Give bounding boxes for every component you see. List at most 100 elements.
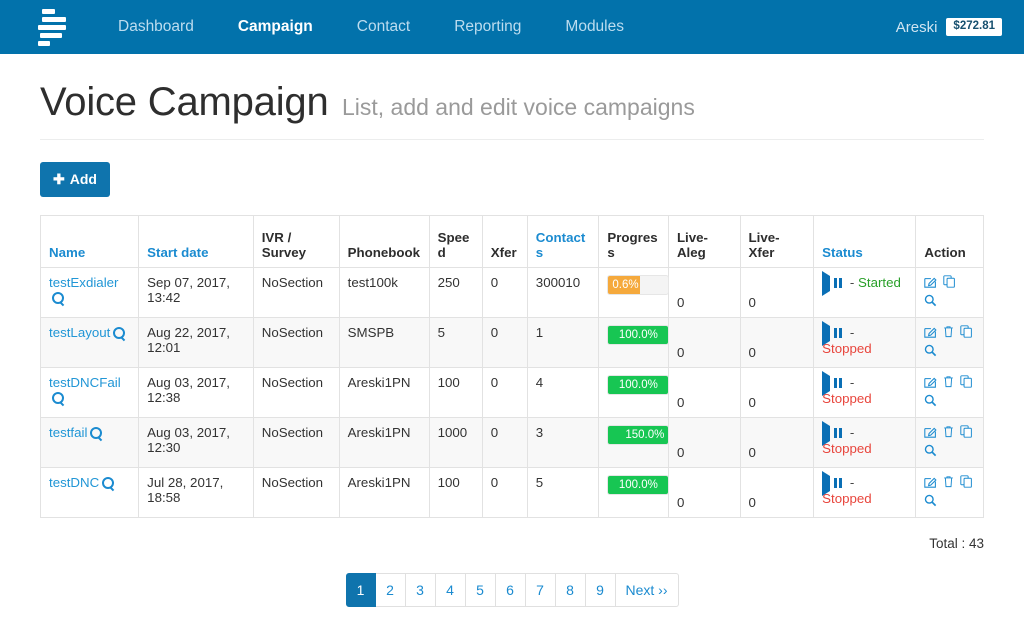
- status-separator: -: [849, 375, 855, 390]
- cell-ivr-survey: NoSection: [252, 267, 340, 318]
- nav-link-campaign[interactable]: Campaign: [216, 0, 335, 54]
- campaign-name-link[interactable]: testDNCFail: [49, 375, 121, 390]
- copy-icon[interactable]: [960, 425, 973, 438]
- campaign-table: Name Start date IVR / Survey Phonebook Speed…: [39, 215, 984, 518]
- status-separator: -: [849, 425, 855, 440]
- balance-badge[interactable]: $272.81: [946, 17, 1002, 37]
- cell-live-xfer: 0: [739, 467, 815, 518]
- page-link-7[interactable]: 7: [525, 573, 556, 607]
- progress-label: 0.6%: [612, 279, 639, 291]
- row-search-icon[interactable]: [87, 425, 103, 440]
- copy-icon[interactable]: [960, 475, 973, 488]
- next-page-link[interactable]: Next ››: [615, 573, 679, 607]
- search-icon[interactable]: [924, 294, 937, 307]
- cell-progress: 100.0%: [598, 317, 670, 368]
- play-icon[interactable]: [822, 321, 831, 346]
- campaign-name-link[interactable]: testfail: [49, 425, 87, 440]
- pause-icon[interactable]: [834, 426, 843, 441]
- play-icon[interactable]: [822, 371, 831, 396]
- page-link-3[interactable]: 3: [405, 573, 436, 607]
- edit-icon[interactable]: [924, 275, 938, 288]
- cell-progress: 150.0%: [598, 417, 670, 468]
- logo-bar: [42, 8, 55, 14]
- table-row: testfail Aug 03, 2017, 12:30 NoSection Ares…: [39, 417, 984, 468]
- search-icon[interactable]: [924, 394, 937, 407]
- col-header-label: Live-Xfer: [748, 230, 780, 260]
- play-icon[interactable]: [822, 471, 831, 496]
- page-link-9[interactable]: 9: [585, 573, 616, 607]
- cell-start-date: Sep 07, 2017, 13:42: [138, 267, 254, 318]
- status-badge: Stopped: [822, 341, 872, 356]
- progress-bar: 150.0%: [607, 425, 670, 445]
- col-header-status[interactable]: Status: [813, 215, 917, 268]
- trash-icon[interactable]: [943, 325, 954, 338]
- search-icon[interactable]: [924, 444, 937, 457]
- page-link-5[interactable]: 5: [465, 573, 496, 607]
- cell-status: - Stopped: [813, 317, 917, 368]
- page-subtitle: List, add and edit voice campaigns: [341, 94, 695, 120]
- nav-link-reporting[interactable]: Reporting: [432, 0, 543, 54]
- col-header-live-xfer: Live-Xfer: [739, 215, 815, 268]
- cell-contacts: 300010: [526, 267, 600, 318]
- nav-link-contact[interactable]: Contact: [335, 0, 432, 54]
- page-link-4[interactable]: 4: [435, 573, 466, 607]
- cell-name: testDNCFail: [39, 367, 140, 418]
- trash-icon[interactable]: [943, 425, 954, 438]
- col-header-label: Live-Aleg: [676, 230, 708, 260]
- brand-logo-icon[interactable]: [38, 8, 72, 46]
- page-link-2[interactable]: 2: [375, 573, 406, 607]
- edit-icon[interactable]: [924, 425, 938, 438]
- search-icon[interactable]: [924, 344, 937, 357]
- user-name[interactable]: Areski: [896, 19, 938, 36]
- nav-link-dashboard[interactable]: Dashboard: [96, 0, 216, 54]
- cell-action: [915, 317, 984, 368]
- table-row: testDNC Jul 28, 2017, 18:58 NoSection Aresk…: [39, 467, 984, 518]
- trash-icon[interactable]: [943, 375, 954, 388]
- campaign-name-link[interactable]: testLayout: [49, 325, 110, 340]
- col-header-start-date[interactable]: Start date: [138, 215, 254, 268]
- cell-progress: 100.0%: [598, 467, 670, 518]
- row-search-icon[interactable]: [49, 290, 64, 305]
- add-button[interactable]: ✚ Add: [40, 162, 110, 197]
- campaign-name-link[interactable]: testDNC: [49, 475, 99, 490]
- play-icon[interactable]: [822, 271, 831, 296]
- page-link-6[interactable]: 6: [495, 573, 526, 607]
- logo-bar: [40, 32, 62, 38]
- cell-status: - Stopped: [813, 367, 917, 418]
- pause-icon[interactable]: [834, 326, 843, 341]
- row-search-icon[interactable]: [99, 475, 115, 490]
- col-header-label: Status: [822, 245, 863, 260]
- trash-icon[interactable]: [943, 475, 954, 488]
- copy-icon[interactable]: [960, 375, 973, 388]
- pause-icon[interactable]: [834, 476, 843, 491]
- table-header-row: Name Start date IVR / Survey Phonebook Speed…: [39, 215, 984, 268]
- cell-name: testExdialer: [39, 267, 140, 318]
- pause-icon[interactable]: [834, 376, 843, 391]
- cell-phonebook: Areski1PN: [338, 467, 430, 518]
- search-icon[interactable]: [924, 494, 937, 507]
- row-search-icon[interactable]: [49, 390, 64, 405]
- col-header-label: Progress: [607, 230, 658, 260]
- campaign-name-link[interactable]: testExdialer: [49, 275, 118, 290]
- progress-bar: 100.0%: [607, 325, 670, 345]
- edit-icon[interactable]: [924, 325, 938, 338]
- page-link-1[interactable]: 1: [345, 573, 376, 607]
- cell-speed: 1000: [428, 417, 483, 468]
- edit-icon[interactable]: [924, 475, 938, 488]
- row-search-icon[interactable]: [110, 325, 126, 340]
- edit-icon[interactable]: [924, 375, 938, 388]
- col-header-name[interactable]: Name: [39, 215, 140, 268]
- col-header-label: Contacts: [535, 230, 586, 260]
- nav-link-modules[interactable]: Modules: [543, 0, 646, 54]
- pause-icon[interactable]: [834, 276, 843, 291]
- cell-speed: 100: [428, 367, 483, 418]
- cell-start-date: Aug 03, 2017, 12:30: [138, 417, 254, 468]
- copy-icon[interactable]: [943, 275, 956, 288]
- col-header-contacts[interactable]: Contacts: [526, 215, 600, 268]
- page-link-8[interactable]: 8: [555, 573, 586, 607]
- cell-live-aleg: 0: [667, 417, 741, 468]
- play-icon[interactable]: [822, 421, 831, 446]
- copy-icon[interactable]: [960, 325, 973, 338]
- progress-bar: 0.6%: [607, 275, 670, 295]
- nav-right-section: Areski $272.81: [896, 0, 1002, 54]
